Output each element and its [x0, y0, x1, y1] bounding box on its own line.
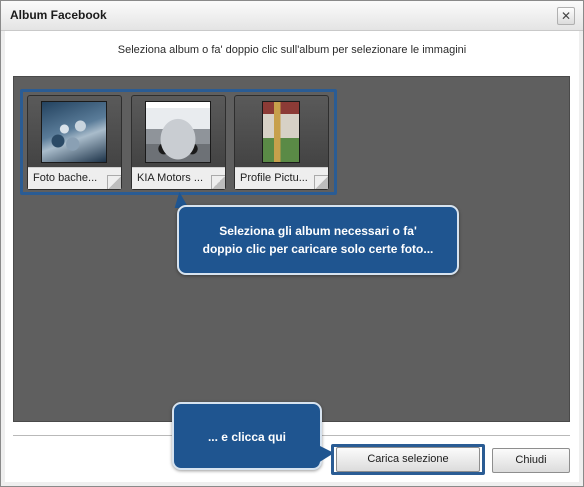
album-thumbnail [41, 101, 107, 163]
close-icon[interactable]: ✕ [557, 7, 575, 25]
album-item-profile-pictures[interactable]: Profile Pictu... [234, 95, 329, 190]
album-item-foto-bacheca[interactable]: Foto bache... [27, 95, 122, 190]
click-here-tooltip: ... e clicca qui [172, 402, 322, 470]
instruction-text: Seleziona album o fa' doppio clic sull'a… [117, 44, 467, 56]
dialog-title: Album Facebook [10, 8, 107, 22]
select-albums-tooltip: Seleziona gli album necessari o fa' dopp… [177, 205, 459, 275]
album-thumbnail [145, 101, 211, 163]
load-selection-button[interactable]: Carica selezione [336, 447, 480, 472]
page-curl-icon [211, 175, 225, 189]
album-item-kia-motors[interactable]: KIA Motors ... [131, 95, 226, 190]
album-thumbnail [262, 101, 300, 163]
page-curl-icon [107, 175, 121, 189]
tooltip-text: ... e clicca qui [207, 430, 287, 444]
title-bar: Album Facebook ✕ [1, 1, 583, 31]
page-curl-icon [314, 175, 328, 189]
close-button[interactable]: Chiudi [492, 448, 570, 473]
tooltip-line: Seleziona gli album necessari o fa' [219, 224, 417, 238]
tooltip-line: doppio clic per caricare solo certe foto… [202, 242, 434, 256]
